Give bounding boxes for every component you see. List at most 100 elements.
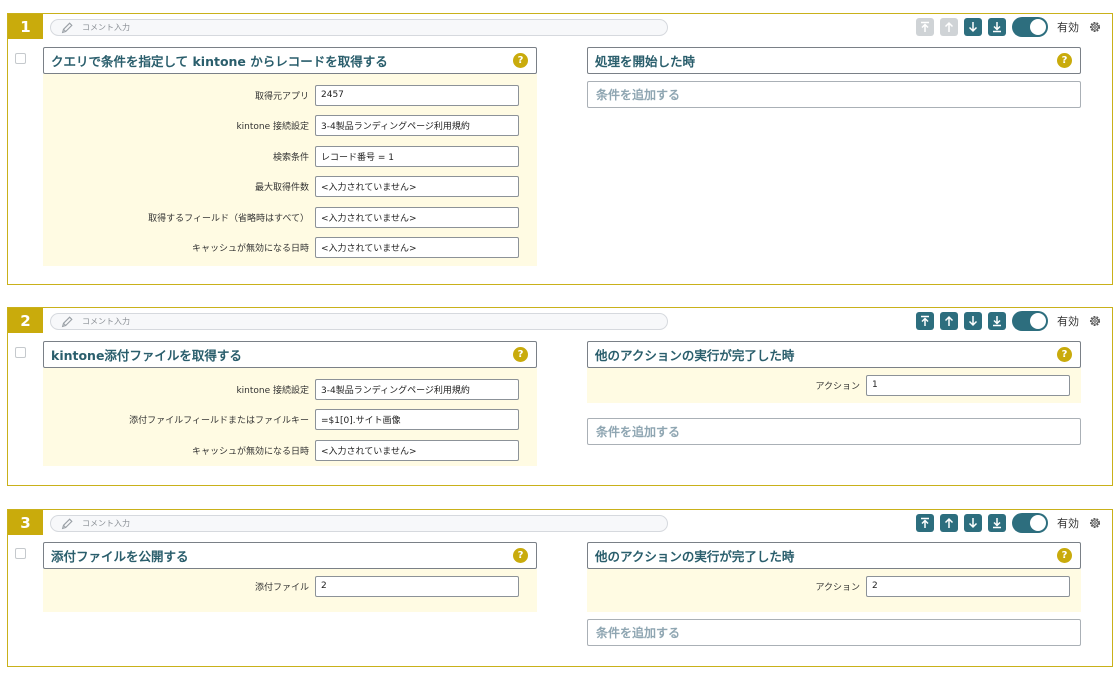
arrow-to-top-icon bbox=[921, 517, 929, 528]
field-input[interactable]: <入力されていません> bbox=[315, 237, 519, 259]
field-row: 取得するフィールド（省略時はすべて） <入力されていません> bbox=[43, 202, 537, 233]
move-down-button[interactable] bbox=[964, 312, 982, 330]
toggle-knob bbox=[1030, 313, 1046, 329]
trigger-title: 他のアクションの実行が完了した時 bbox=[595, 348, 795, 363]
field-input[interactable]: 2 bbox=[315, 575, 519, 597]
comment-placeholder: コメント入力 bbox=[82, 317, 130, 326]
comment-input[interactable]: コメント入力 bbox=[50, 515, 668, 532]
add-condition-button[interactable]: 条件を追加する bbox=[587, 619, 1081, 646]
field-label: 最大取得件数 bbox=[254, 183, 309, 194]
trigger-panel: 処理を開始した時 ? 条件を追加する bbox=[587, 47, 1081, 108]
field-row: キャッシュが無効になる日時 <入力されていません> bbox=[43, 435, 537, 466]
question-icon[interactable]: ? bbox=[513, 347, 528, 362]
action-fields: 取得元アプリ 2457 kintone 接続設定 3-4製品ランディングページ利用規… bbox=[43, 74, 537, 266]
trigger-fields: アクション 1 bbox=[587, 368, 1081, 403]
arrow-down-icon bbox=[968, 518, 978, 529]
field-input[interactable]: <入力されていません> bbox=[315, 206, 519, 228]
action-block-3: 3 コメント入力 有効 添付ファイルを公開する ? 添付ファイル 2 他のアクショ… bbox=[7, 509, 1113, 667]
enabled-toggle[interactable] bbox=[1012, 513, 1048, 533]
comment-placeholder: コメント入力 bbox=[82, 519, 130, 528]
gear-icon[interactable] bbox=[1088, 20, 1102, 34]
add-condition-button[interactable]: 条件を追加する bbox=[587, 81, 1081, 108]
trigger-title-bar[interactable]: 他のアクションの実行が完了した時 ? bbox=[587, 542, 1081, 569]
field-input[interactable]: =$1[0].サイト画像 bbox=[315, 409, 519, 431]
question-icon[interactable]: ? bbox=[1057, 548, 1072, 563]
gear-icon[interactable] bbox=[1088, 516, 1102, 530]
field-input[interactable]: 3-4製品ランディングページ利用規約 bbox=[315, 378, 519, 400]
action-title-bar[interactable]: クエリで条件を指定して kintone からレコードを取得する ? bbox=[43, 47, 537, 74]
enabled-label: 有効 bbox=[1057, 517, 1079, 530]
move-bottom-button[interactable] bbox=[988, 18, 1006, 36]
trigger-title-bar[interactable]: 他のアクションの実行が完了した時 ? bbox=[587, 341, 1081, 368]
add-condition-button[interactable]: 条件を追加する bbox=[587, 418, 1081, 445]
block-number: 2 bbox=[8, 308, 43, 333]
action-panel: クエリで条件を指定して kintone からレコードを取得する ? 取得元アプリ… bbox=[43, 47, 537, 266]
field-label: キャッシュが無効になる日時 bbox=[191, 244, 309, 255]
field-row: アクション 1 bbox=[587, 372, 1081, 398]
comment-input[interactable]: コメント入力 bbox=[50, 19, 668, 36]
move-up-button[interactable] bbox=[940, 514, 958, 532]
enabled-toggle[interactable] bbox=[1012, 17, 1048, 37]
action-title: kintone添付ファイルを取得する bbox=[51, 348, 242, 363]
field-input[interactable]: 2457 bbox=[315, 84, 519, 106]
action-fields: 添付ファイル 2 bbox=[43, 569, 537, 612]
move-bottom-button[interactable] bbox=[988, 312, 1006, 330]
enabled-toggle[interactable] bbox=[1012, 311, 1048, 331]
field-input[interactable]: <入力されていません> bbox=[315, 439, 519, 461]
move-up-button[interactable] bbox=[940, 18, 958, 36]
select-checkbox[interactable] bbox=[15, 548, 26, 559]
select-checkbox[interactable] bbox=[15, 347, 26, 358]
trigger-title: 処理を開始した時 bbox=[595, 54, 696, 69]
trigger-panel: 他のアクションの実行が完了した時 ? アクション 2 条件を追加する bbox=[587, 542, 1081, 646]
field-input[interactable]: 2 bbox=[866, 575, 1070, 597]
enabled-label: 有効 bbox=[1057, 315, 1079, 328]
action-title-bar[interactable]: 添付ファイルを公開する ? bbox=[43, 542, 537, 569]
block-controls: 有効 bbox=[910, 513, 1102, 533]
question-icon[interactable]: ? bbox=[1057, 53, 1072, 68]
field-label: キャッシュが無効になる日時 bbox=[191, 446, 309, 457]
field-label: アクション bbox=[815, 381, 860, 392]
field-input[interactable]: 3-4製品ランディングページ利用規約 bbox=[315, 115, 519, 137]
move-down-button[interactable] bbox=[964, 18, 982, 36]
field-label: 添付ファイル bbox=[254, 582, 309, 593]
question-icon[interactable]: ? bbox=[513, 53, 528, 68]
arrow-down-icon bbox=[968, 316, 978, 327]
move-down-button[interactable] bbox=[964, 514, 982, 532]
arrow-to-bottom-icon bbox=[993, 518, 1001, 529]
field-row: キャッシュが無効になる日時 <入力されていません> bbox=[43, 233, 537, 264]
field-row: 検索条件 レコード番号 = 1 bbox=[43, 141, 537, 172]
question-icon[interactable]: ? bbox=[513, 548, 528, 563]
field-input[interactable]: レコード番号 = 1 bbox=[315, 145, 519, 167]
field-input[interactable]: <入力されていません> bbox=[315, 176, 519, 198]
move-bottom-button[interactable] bbox=[988, 514, 1006, 532]
action-title: 添付ファイルを公開する bbox=[51, 549, 189, 564]
trigger-fields: アクション 2 bbox=[587, 569, 1081, 612]
question-icon[interactable]: ? bbox=[1057, 347, 1072, 362]
field-input[interactable]: 1 bbox=[866, 374, 1070, 396]
move-top-button[interactable] bbox=[916, 312, 934, 330]
arrow-to-top-icon bbox=[921, 315, 929, 326]
arrow-down-icon bbox=[968, 22, 978, 33]
action-panel: kintone添付ファイルを取得する ? kintone 接続設定 3-4製品ラン… bbox=[43, 341, 537, 466]
trigger-panel: 他のアクションの実行が完了した時 ? アクション 1 条件を追加する bbox=[587, 341, 1081, 445]
field-row: 添付ファイルフィールドまたはファイルキー =$1[0].サイト画像 bbox=[43, 405, 537, 436]
gear-icon[interactable] bbox=[1088, 314, 1102, 328]
field-row: kintone 接続設定 3-4製品ランディングページ利用規約 bbox=[43, 374, 537, 405]
arrow-up-icon bbox=[944, 517, 954, 528]
select-checkbox[interactable] bbox=[15, 53, 26, 64]
action-title-bar[interactable]: kintone添付ファイルを取得する ? bbox=[43, 341, 537, 368]
trigger-title-bar[interactable]: 処理を開始した時 ? bbox=[587, 47, 1081, 74]
action-block-1: 1 コメント入力 有効 クエリで条件を指定して kintone からレコードを取… bbox=[7, 13, 1113, 285]
move-top-button[interactable] bbox=[916, 514, 934, 532]
block-controls: 有効 bbox=[910, 17, 1102, 37]
field-label: kintone 接続設定 bbox=[236, 385, 309, 396]
field-row: 取得元アプリ 2457 bbox=[43, 80, 537, 111]
block-controls: 有効 bbox=[910, 311, 1102, 331]
comment-placeholder: コメント入力 bbox=[82, 23, 130, 32]
move-up-button[interactable] bbox=[940, 312, 958, 330]
move-top-button[interactable] bbox=[916, 18, 934, 36]
action-fields: kintone 接続設定 3-4製品ランディングページ利用規約 添付ファイルフィー… bbox=[43, 368, 537, 466]
pencil-icon bbox=[61, 315, 73, 327]
comment-input[interactable]: コメント入力 bbox=[50, 313, 668, 330]
field-label: kintone 接続設定 bbox=[236, 122, 309, 133]
